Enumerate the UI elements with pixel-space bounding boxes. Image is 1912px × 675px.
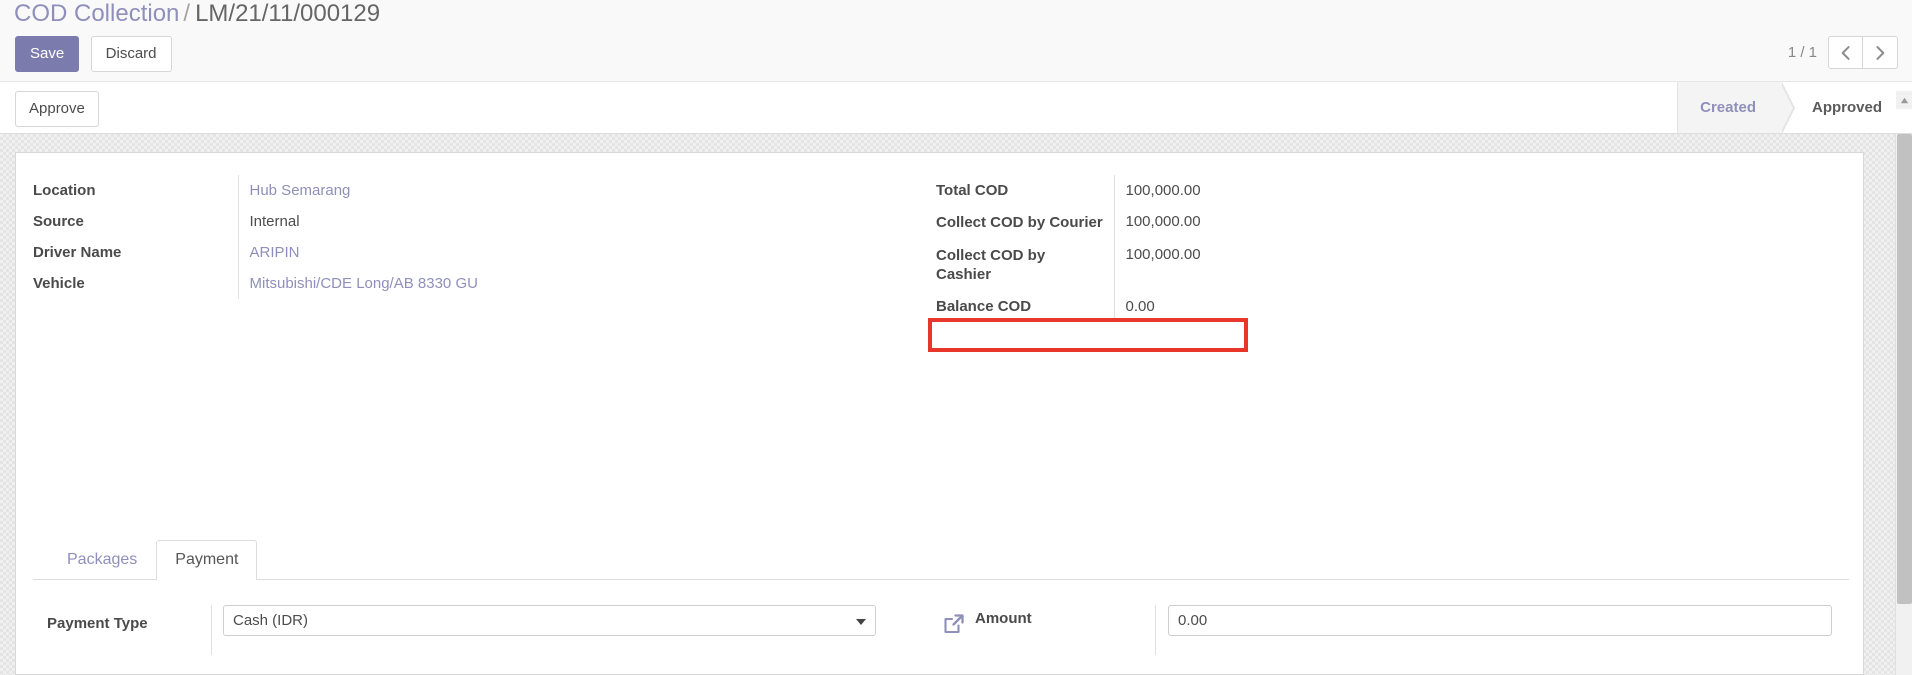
field-row-total-cod: Total COD 100,000.00 — [936, 175, 1256, 206]
field-row-driver-name: Driver Name ARIPIN — [33, 237, 753, 268]
field-row-collect-cod-courier: Collect COD by Courier 100,000.00 — [936, 206, 1256, 239]
stage-arrow-fill — [1779, 82, 1793, 134]
field-value-driver-name[interactable]: ARIPIN — [237, 237, 753, 268]
status-bar: Approve Created Approved — [0, 82, 1912, 134]
field-value-collect-cod-cashier: 100,000.00 — [1113, 239, 1256, 291]
field-label-collect-cod-cashier: Collect COD by Cashier — [936, 247, 1046, 283]
field-row-source: Source Internal — [33, 206, 753, 237]
field-label-driver-name: Driver Name — [33, 244, 122, 261]
field-value-total-cod: 100,000.00 — [1113, 175, 1256, 206]
field-row-location: Location Hub Semarang — [33, 175, 753, 206]
external-link-icon[interactable] — [943, 613, 965, 635]
breadcrumb-root-link[interactable]: COD Collection — [14, 0, 179, 27]
form-sheet: Location Hub Semarang Source Internal Dr… — [15, 152, 1864, 675]
breadcrumb-current-record: LM/21/11/000129 — [195, 0, 381, 27]
pager-previous-button[interactable] — [1828, 36, 1863, 69]
chevron-left-icon — [1841, 45, 1850, 60]
pager: 1 / 1 — [1788, 36, 1898, 69]
tab-payment[interactable]: Payment — [156, 540, 258, 580]
caret-up-icon — [1900, 97, 1909, 103]
breadcrumb-separator: / — [183, 0, 191, 27]
field-group-general: Location Hub Semarang Source Internal Dr… — [33, 175, 753, 299]
field-row-collect-cod-cashier: Collect COD by Cashier 100,000.00 — [936, 239, 1256, 291]
stage-approved[interactable]: Approved — [1781, 82, 1912, 133]
amount-field-wrap — [1155, 605, 1835, 655]
workflow-buttons: Approve — [15, 91, 99, 127]
field-row-vehicle: Vehicle Mitsubishi/CDE Long/AB 8330 GU — [33, 268, 753, 299]
stage-created[interactable]: Created — [1678, 82, 1795, 134]
field-label-payment-type: Payment Type — [47, 615, 148, 632]
record-actions: Save Discard — [15, 36, 172, 72]
stage-created-label: Created — [1700, 99, 1756, 116]
scrollbar-thumb[interactable] — [1897, 134, 1912, 604]
save-button[interactable]: Save — [15, 36, 80, 72]
amount-input[interactable] — [1168, 605, 1832, 636]
stage-approved-label: Approved — [1811, 99, 1882, 116]
field-label-vehicle: Vehicle — [33, 275, 85, 292]
statusbar-stages: Created Approved — [1677, 82, 1912, 134]
chevron-down-icon — [856, 619, 866, 625]
field-value-balance-cod: 0.00 — [1113, 291, 1256, 322]
pager-count: 1 / 1 — [1787, 44, 1817, 61]
field-label-amount: Amount — [975, 610, 1032, 627]
field-label-balance-cod: Balance COD — [936, 298, 1032, 315]
field-label-collect-cod-courier: Collect COD by Courier — [936, 214, 1103, 231]
pager-buttons — [1828, 36, 1898, 69]
notebook: Packages Payment — [33, 538, 1849, 580]
chevron-right-icon — [1875, 45, 1884, 60]
field-label-total-cod: Total COD — [936, 182, 1009, 199]
field-label-location: Location — [33, 182, 96, 199]
discard-button[interactable]: Discard — [90, 36, 172, 72]
notebook-tabs: Packages Payment — [33, 538, 1849, 580]
field-value-source[interactable]: Internal — [237, 206, 753, 237]
tab-packages[interactable]: Packages — [48, 540, 156, 580]
scrollbar-up-arrow[interactable] — [1896, 91, 1912, 109]
field-value-collect-cod-courier: 100,000.00 — [1113, 206, 1256, 239]
field-value-vehicle[interactable]: Mitsubishi/CDE Long/AB 8330 GU — [237, 268, 753, 299]
payment-type-selected-value: Cash (IDR) — [233, 612, 309, 629]
field-group-cod-amounts: Total COD 100,000.00 Collect COD by Cour… — [936, 175, 1256, 322]
field-row-balance-cod: Balance COD 0.00 — [936, 291, 1256, 322]
breadcrumb: COD Collection / LM/21/11/000129 — [14, 0, 380, 31]
control-panel: COD Collection / LM/21/11/000129 Save Disc… — [0, 0, 1912, 82]
field-label-source: Source — [33, 213, 84, 230]
pager-next-button[interactable] — [1863, 36, 1898, 69]
payment-type-field-wrap: Cash (IDR) — [211, 605, 876, 655]
payment-type-select[interactable]: Cash (IDR) — [223, 605, 876, 636]
vertical-scrollbar[interactable] — [1895, 91, 1912, 675]
odoo-form-view: COD Collection / LM/21/11/000129 Save Disc… — [0, 0, 1912, 675]
field-value-location[interactable]: Hub Semarang — [237, 175, 753, 206]
approve-button[interactable]: Approve — [15, 91, 99, 127]
